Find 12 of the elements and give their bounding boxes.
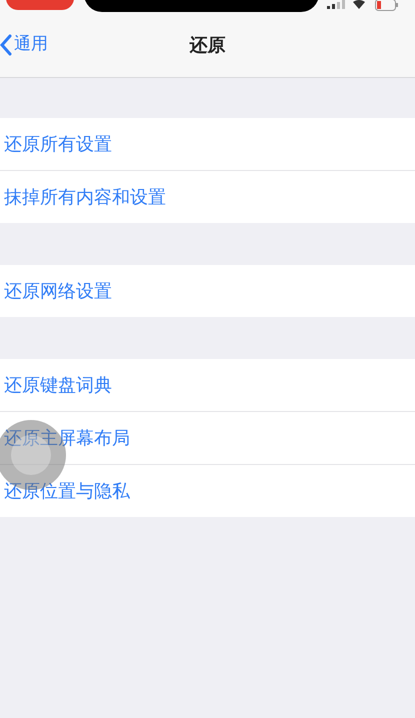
settings-row[interactable]: 抹掉所有内容和设置 <box>0 171 415 223</box>
settings-row[interactable]: 还原键盘词典 <box>0 359 415 411</box>
settings-row[interactable]: 还原位置与隐私 <box>0 465 415 517</box>
settings-row[interactable]: 还原所有设置 <box>0 118 415 170</box>
battery-icon <box>375 0 399 11</box>
settings-row[interactable]: 还原主屏幕布局 <box>0 412 415 464</box>
signal-icon <box>327 0 345 9</box>
chevron-left-icon <box>0 34 12 56</box>
page-title: 还原 <box>190 34 226 58</box>
wifi-icon <box>352 0 366 9</box>
settings-row[interactable]: 还原网络设置 <box>0 265 415 317</box>
back-button[interactable]: 通用 <box>0 32 48 58</box>
